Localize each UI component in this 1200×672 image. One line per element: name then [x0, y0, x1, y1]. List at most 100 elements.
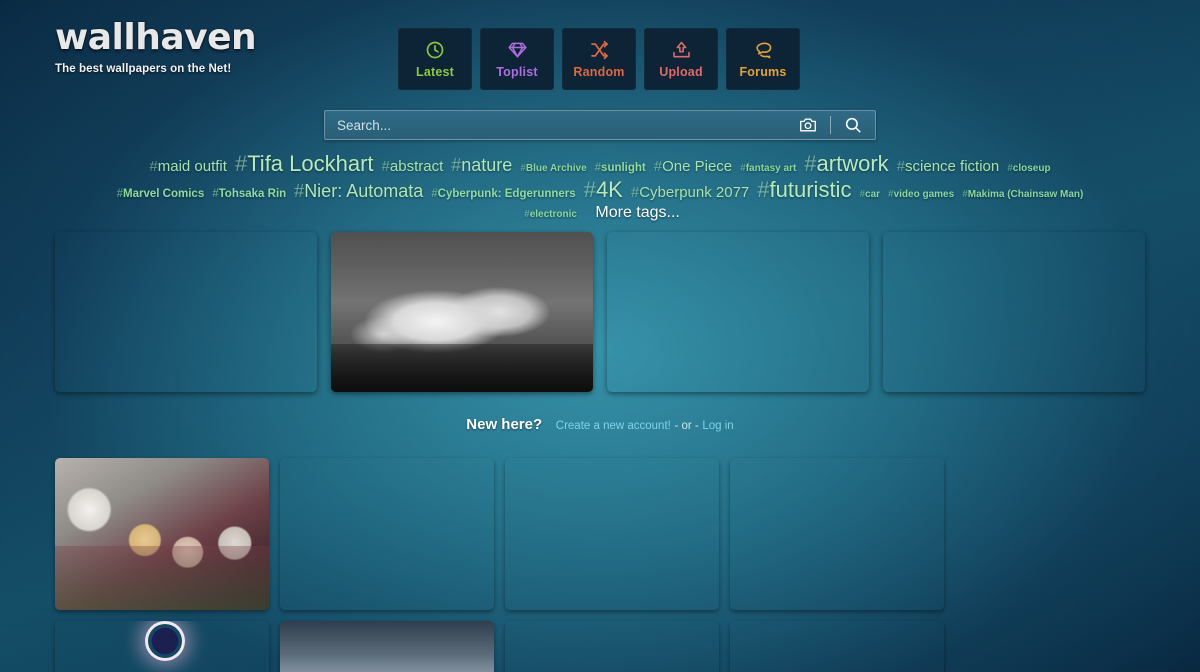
hash-symbol: # [888, 189, 894, 200]
tag-label: Tifa Lockhart [247, 151, 373, 176]
speech-bubbles-icon [752, 39, 774, 61]
tag-link[interactable]: #Nier: Automata [294, 182, 423, 200]
tag-label: artwork [817, 151, 889, 176]
tag-label: video games [894, 189, 955, 200]
search-bar[interactable] [324, 110, 876, 140]
clock-icon [425, 39, 445, 61]
tag-link[interactable]: #closeup [1007, 164, 1050, 174]
tag-link[interactable]: #Makima (Chainsaw Man) [962, 190, 1083, 200]
wallpaper-thumbnail[interactable] [505, 458, 719, 610]
nav-label-upload: Upload [659, 65, 703, 79]
tag-link[interactable]: #Cyberpunk: Edgerunners [431, 189, 575, 201]
tag-link[interactable]: #Cyberpunk 2077 [631, 185, 749, 200]
new-here-label: New here? [466, 416, 542, 433]
tag-cloud: #maid outfit#Tifa Lockhart#abstract#natu… [0, 153, 1200, 225]
tag-link[interactable]: #Marvel Comics [117, 189, 205, 201]
site-logo[interactable]: wallhaven The best wallpapers on the Net… [55, 20, 355, 75]
tag-link[interactable]: #maid outfit [149, 159, 227, 174]
hash-symbol: # [1007, 163, 1013, 174]
hash-symbol: # [451, 155, 461, 175]
more-tags-link[interactable]: More tags... [595, 205, 679, 221]
tag-label: Cyberpunk: Edgerunners [438, 188, 576, 200]
login-link[interactable]: Log in [702, 420, 733, 432]
hash-symbol: # [235, 151, 247, 176]
hash-symbol: # [654, 158, 662, 175]
hash-symbol: # [524, 209, 530, 220]
hash-symbol: # [520, 163, 526, 174]
main-navigation: Latest Toplist Random [398, 28, 800, 90]
tag-label: abstract [390, 158, 443, 175]
cloudy-sky-mountains [280, 621, 494, 672]
hash-symbol: # [859, 189, 865, 200]
search-submit-button[interactable] [831, 111, 875, 139]
hash-symbol: # [740, 163, 746, 174]
nav-item-random[interactable]: Random [562, 28, 636, 90]
tag-link[interactable]: #Tohsaka Rin [212, 189, 286, 201]
featured-thumbnail[interactable] [331, 232, 593, 392]
logo-tagline: The best wallpapers on the Net! [55, 63, 355, 75]
tag-row-1: #maid outfit#Tifa Lockhart#abstract#natu… [0, 153, 1200, 175]
logo-wordmark: wallhaven [55, 20, 355, 56]
hash-symbol: # [897, 158, 905, 175]
shuffle-icon [589, 39, 610, 61]
hash-symbol: # [294, 181, 304, 201]
search-input[interactable] [325, 118, 786, 133]
tag-label: Marvel Comics [123, 188, 204, 200]
tag-link[interactable]: #sunlight [595, 163, 646, 175]
hash-symbol: # [117, 188, 123, 200]
tag-label: fantasy art [746, 163, 797, 174]
new-user-prompt: New here? Create a new account! - or - L… [0, 416, 1200, 433]
nav-item-upload[interactable]: Upload [644, 28, 718, 90]
wallpaper-thumbnail[interactable] [55, 621, 269, 672]
tag-label: futuristic [770, 177, 852, 202]
hash-symbol: # [584, 177, 596, 202]
camera-search-button[interactable] [786, 111, 830, 139]
nav-label-forums: Forums [739, 65, 786, 79]
site-header: wallhaven The best wallpapers on the Net… [0, 0, 1200, 96]
tag-label: closeup [1013, 163, 1051, 174]
wallpaper-thumbnail[interactable] [280, 621, 494, 672]
tag-link[interactable]: #nature [451, 156, 512, 174]
featured-thumbnail[interactable] [55, 232, 317, 392]
tag-link[interactable]: #futuristic [757, 179, 851, 201]
anime-white-haired-girls [55, 458, 269, 610]
hash-symbol: # [149, 158, 157, 175]
nav-item-toplist[interactable]: Toplist [480, 28, 554, 90]
nav-item-latest[interactable]: Latest [398, 28, 472, 90]
wallpaper-grid [55, 458, 1147, 672]
or-separator: - or - [674, 420, 698, 432]
hash-symbol: # [631, 184, 639, 201]
tag-link[interactable]: #science fiction [897, 159, 1000, 174]
nav-item-forums[interactable]: Forums [726, 28, 800, 90]
tag-link[interactable]: #car [859, 190, 880, 200]
tag-label: car [865, 189, 880, 200]
tag-link[interactable]: #4K [584, 179, 623, 201]
tag-link[interactable]: #artwork [804, 153, 888, 175]
tag-label: electronic [530, 209, 577, 220]
tag-link[interactable]: #One Piece [654, 159, 732, 174]
tag-row-2: #Marvel Comics#Tohsaka Rin#Nier: Automat… [0, 179, 1200, 201]
hash-symbol: # [595, 162, 601, 174]
wallpaper-thumbnail[interactable] [55, 458, 269, 610]
tag-label: maid outfit [158, 158, 227, 175]
tag-label: sunlight [601, 162, 646, 174]
tag-label: nature [461, 155, 512, 175]
nav-label-toplist: Toplist [496, 65, 537, 79]
nav-label-random: Random [573, 65, 624, 79]
diamond-icon [507, 39, 528, 61]
tag-link[interactable]: #video games [888, 190, 954, 200]
hash-symbol: # [804, 151, 816, 176]
tag-link[interactable]: #electronic [524, 210, 577, 220]
tag-link[interactable]: #Tifa Lockhart [235, 153, 374, 175]
tag-link[interactable]: #Blue Archive [520, 164, 586, 174]
featured-thumbnail[interactable] [607, 232, 869, 392]
wallpaper-thumbnail[interactable] [730, 458, 944, 610]
create-account-link[interactable]: Create a new account! [556, 420, 671, 432]
wallpaper-thumbnail[interactable] [730, 621, 944, 672]
wallpaper-thumbnail[interactable] [280, 458, 494, 610]
featured-thumbnail[interactable] [883, 232, 1145, 392]
nav-label-latest: Latest [416, 65, 454, 79]
wallpaper-thumbnail[interactable] [505, 621, 719, 672]
tag-link[interactable]: #fantasy art [740, 164, 796, 174]
tag-link[interactable]: #abstract [382, 159, 444, 174]
